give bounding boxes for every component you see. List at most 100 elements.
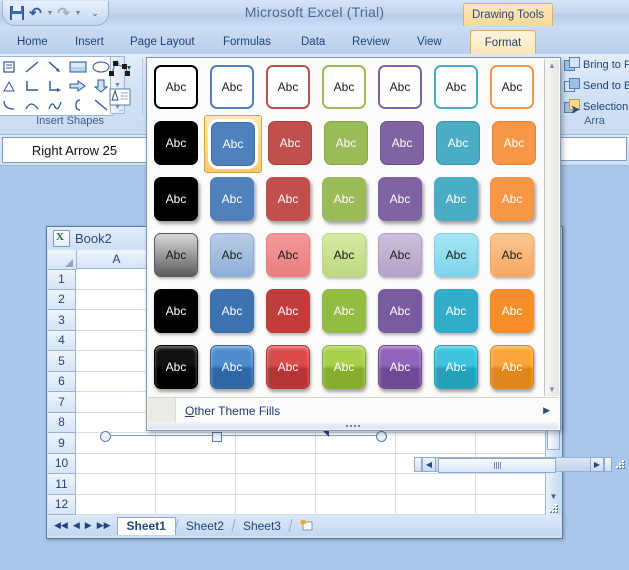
shape-style-swatch-r2-c3[interactable]: Abc [262, 115, 318, 171]
shape-style-swatch-r1-c6[interactable]: Abc [428, 59, 484, 115]
shape-style-swatch-r5-c7[interactable]: Abc [484, 283, 540, 339]
cell-A11[interactable] [76, 474, 156, 495]
hscroll-track[interactable] [436, 457, 590, 473]
row-header-1[interactable]: 1 [48, 269, 76, 290]
selected-shape-handles[interactable] [100, 426, 387, 442]
shape-style-swatch-r3-c3[interactable]: Abc [260, 171, 316, 227]
line-shape-icon[interactable] [20, 57, 43, 76]
row-header-7[interactable]: 7 [48, 392, 76, 413]
scroll-down-icon[interactable]: ▼ [550, 492, 558, 502]
shape-style-swatch-r1-c7[interactable]: Abc [484, 59, 540, 115]
shape-style-swatch-r6-c1[interactable]: Abc [148, 339, 204, 395]
shape-style-swatch-r3-c7[interactable]: Abc [484, 171, 540, 227]
name-box[interactable]: Right Arrow 25 [2, 137, 147, 163]
shape-style-swatch-r5-c4[interactable]: Abc [316, 283, 372, 339]
tab-format[interactable]: Format [470, 30, 536, 54]
shape-style-swatch-r4-c4[interactable]: Abc [316, 227, 372, 283]
insert-worksheet-button[interactable] [291, 517, 323, 534]
shape-styles-gallery-dropdown[interactable]: Abc Abc Abc Abc Abc Abc Abc Abc Abc Abc Abc Abc Abc A… [146, 57, 561, 431]
hscroll-thumb[interactable] [438, 458, 556, 473]
shape-style-swatch-r2-c1[interactable]: Abc [148, 115, 204, 171]
row-header-10[interactable]: 10 [48, 453, 76, 474]
select-all-corner[interactable] [48, 250, 77, 270]
shape-style-swatch-r1-c2[interactable]: Abc [204, 59, 260, 115]
edit-shape-button[interactable] [106, 58, 136, 82]
scroll-left-icon[interactable]: ◀ [422, 457, 436, 472]
shape-style-swatch-r4-c5[interactable]: Abc [372, 227, 428, 283]
cell-C10[interactable] [236, 453, 316, 474]
shape-style-swatch-r2-c2[interactable]: Abc [204, 115, 262, 173]
cell-C12[interactable] [236, 494, 316, 515]
prev-sheet-button[interactable]: ◀ [73, 520, 80, 531]
cell-D12[interactable] [316, 494, 396, 515]
shape-style-swatch-r3-c4[interactable]: Abc [316, 171, 372, 227]
tab-review[interactable]: Review [345, 30, 397, 54]
window-resize-grip[interactable] [614, 458, 627, 471]
cell-F9[interactable] [476, 433, 556, 454]
gallery-resize-grip[interactable] [148, 422, 558, 429]
horizontal-scrollbar[interactable]: ◀ ▶ [414, 456, 627, 473]
arc-shape-icon[interactable] [20, 95, 43, 114]
tab-page-layout[interactable]: Page Layout [123, 30, 202, 54]
other-theme-fills-item[interactable]: Other Theme Fills [176, 404, 543, 418]
shape-style-swatch-r4-c2[interactable]: Abc [204, 227, 260, 283]
cell-A12[interactable] [76, 494, 156, 515]
shape-style-swatch-r5-c1[interactable]: Abc [148, 283, 204, 339]
cell-C11[interactable] [236, 474, 316, 495]
split-handle-left[interactable] [414, 457, 422, 472]
row-header-2[interactable]: 2 [48, 289, 76, 310]
brace-shape-icon[interactable] [67, 95, 90, 114]
shape-style-swatch-r2-c6[interactable]: Abc [430, 115, 486, 171]
cell-B11[interactable] [156, 474, 236, 495]
shape-style-swatch-r6-c3[interactable]: Abc [260, 339, 316, 395]
shape-style-swatch-r6-c2[interactable]: Abc [204, 339, 260, 395]
recently-used-icon[interactable] [0, 57, 20, 76]
shape-style-swatch-r4-c7[interactable]: Abc [484, 227, 540, 283]
shape-style-swatch-r3-c2[interactable]: Abc [204, 171, 260, 227]
line-arrow-shape-icon[interactable] [43, 57, 66, 76]
selection-pane-button[interactable]: ➤ Selection [560, 96, 629, 117]
right-arrow-shape-icon[interactable] [67, 76, 90, 95]
shape-style-swatch-r3-c1[interactable]: Abc [148, 171, 204, 227]
shape-style-swatch-r5-c2[interactable]: Abc [204, 283, 260, 339]
row-header-11[interactable]: 11 [48, 474, 76, 495]
rectangle-shape-icon[interactable] [67, 57, 90, 76]
row-header-3[interactable]: 3 [48, 310, 76, 331]
bring-to-front-button[interactable]: Bring to F [560, 54, 629, 75]
cell-E11[interactable] [396, 474, 476, 495]
shape-handle-right[interactable] [376, 431, 387, 442]
gallery-scrollbar[interactable]: ▲ ▼ [544, 59, 559, 396]
row-header-8[interactable]: 8 [48, 412, 76, 433]
tab-view[interactable]: View [410, 30, 449, 54]
cell-A2[interactable] [76, 289, 156, 310]
row-header-4[interactable]: 4 [48, 330, 76, 351]
curve-shape-icon[interactable] [0, 95, 20, 114]
cell-F12[interactable] [476, 494, 556, 515]
cell-A10[interactable] [76, 453, 156, 474]
cell-E12[interactable] [396, 494, 476, 515]
cell-B12[interactable] [156, 494, 236, 515]
shape-style-swatch-r2-c4[interactable]: Abc [318, 115, 374, 171]
column-header-a[interactable]: A [77, 250, 157, 269]
cell-D11[interactable] [316, 474, 396, 495]
gallery-footer[interactable]: Other Theme Fills ▶ [148, 397, 558, 423]
shape-style-swatch-r2-c7[interactable]: Abc [486, 115, 542, 171]
sheet-tab-sheet1[interactable]: Sheet1 [116, 516, 176, 535]
shape-style-swatch-r5-c5[interactable]: Abc [372, 283, 428, 339]
sheet-tab-sheet3[interactable]: Sheet3 [234, 517, 290, 534]
shape-style-swatch-r5-c6[interactable]: Abc [428, 283, 484, 339]
shape-style-swatch-r4-c1[interactable]: Abc [148, 227, 204, 283]
freeform-shape-icon[interactable] [43, 95, 66, 114]
row-header-9[interactable]: 9 [48, 433, 76, 454]
last-sheet-button[interactable]: ▶▶ [97, 520, 111, 531]
tab-insert[interactable]: Insert [68, 30, 111, 54]
tab-home[interactable]: Home [10, 30, 55, 54]
shape-style-swatch-r5-c3[interactable]: Abc [260, 283, 316, 339]
next-sheet-button[interactable]: ▶ [85, 520, 92, 531]
shape-style-swatch-r6-c5[interactable]: Abc [372, 339, 428, 395]
cell-A8[interactable] [76, 412, 156, 433]
cell-A1[interactable] [76, 269, 156, 290]
worksheet-resize-grip[interactable] [547, 502, 560, 515]
row-header-6[interactable]: 6 [48, 371, 76, 392]
cell-A7[interactable] [76, 392, 156, 413]
